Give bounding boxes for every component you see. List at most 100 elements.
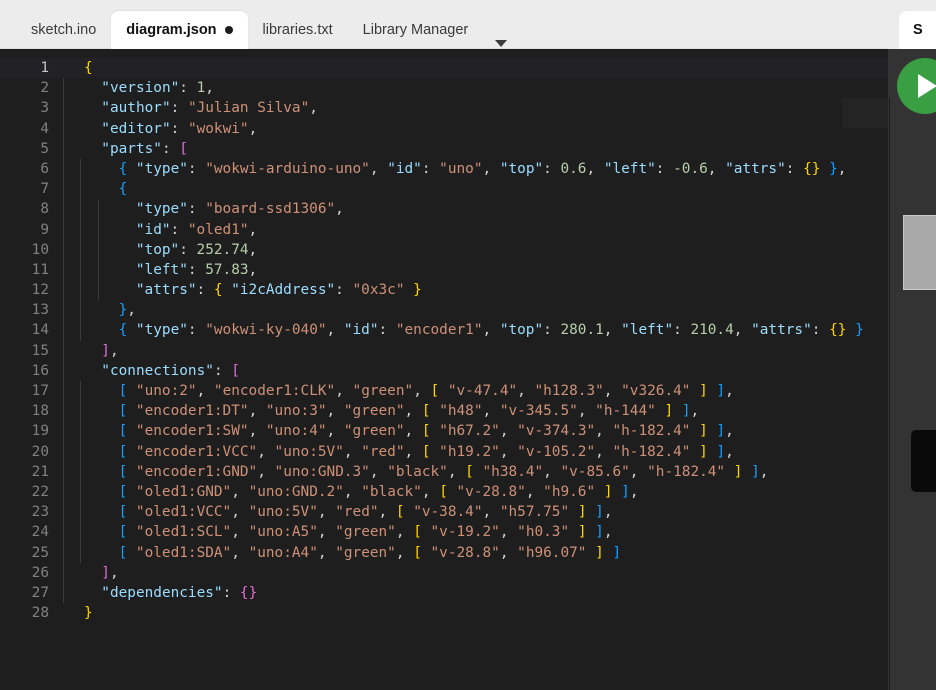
token: :: [222, 584, 240, 601]
code-line[interactable]: 23 [ "oled1:VCC", "uno:5V", "red", [ "v-3…: [0, 502, 889, 523]
token: :: [187, 322, 206, 339]
indent-guide: [97, 199, 99, 220]
code-line[interactable]: 13},: [0, 300, 889, 321]
code-line[interactable]: 12 "attrs": { "i2cAddress": "0x3c" }: [0, 280, 889, 301]
code-line[interactable]: 27 "dependencies": {}: [0, 582, 889, 604]
play-icon[interactable]: [897, 58, 936, 114]
code-tokens: [ "oled1:GND", "uno:GND.2", "black", [ "…: [84, 482, 639, 502]
token: {: [118, 322, 136, 339]
unsaved-dot-icon: [224, 26, 233, 34]
token: "board-ssd1306": [205, 201, 336, 218]
code-line[interactable]: 16 "connections": [: [0, 360, 889, 381]
token: "uno:A4": [248, 544, 318, 561]
tab-libraries-txt[interactable]: libraries.txt: [248, 11, 348, 49]
code-line[interactable]: 1{: [0, 58, 889, 79]
token: ,: [595, 443, 613, 460]
simulation-chip-part[interactable]: [911, 430, 936, 492]
token: ,: [595, 423, 613, 440]
token: "green": [335, 524, 396, 541]
code-line[interactable]: 20 [ "encoder1:VCC", "uno:5V", "red", [ "…: [0, 441, 889, 462]
tab-library-manager[interactable]: Library Manager: [348, 11, 484, 49]
token: -0.6: [673, 160, 708, 177]
code-line[interactable]: 3 "author": "Julian Silva",: [0, 98, 889, 119]
token: "black": [361, 483, 422, 500]
tab-label: sketch.ino: [31, 22, 97, 38]
tab-simulation[interactable]: S: [899, 11, 936, 49]
tab-label: Library Manager: [362, 22, 469, 38]
indent-guide: [63, 300, 64, 321]
token: }: [855, 322, 864, 339]
token: :: [161, 140, 180, 157]
code-line[interactable]: 24 [ "oled1:SCL", "uno:A5", "green", [ "v…: [0, 522, 889, 543]
token: ,: [499, 423, 518, 440]
simulation-board-part[interactable]: [903, 215, 936, 290]
code-scroll-container[interactable]: 1{2 "version": 1, 3 "author": "Julian Silva…: [0, 49, 889, 690]
code-tokens: [ "encoder1:DT", "uno:3", "green", [ "h4…: [84, 401, 700, 421]
token: ]: [699, 383, 708, 399]
simulation-canvas[interactable]: [889, 49, 936, 690]
indent-guide: [63, 522, 64, 543]
indent-guide: [80, 259, 82, 281]
code-line[interactable]: 14 { "type": "wokwi-ky-040", "id": "encod…: [0, 320, 889, 341]
token: "encoder1": [395, 322, 483, 339]
code-tokens: {: [84, 58, 93, 78]
token: }: [413, 282, 422, 299]
line-number: 21: [31, 463, 49, 480]
token: 1: [196, 80, 206, 97]
code-line[interactable]: 4 "editor": "wokwi",: [0, 118, 889, 139]
token: "h0.3": [517, 524, 570, 541]
line-number: 7: [40, 181, 49, 198]
code-line[interactable]: 25 [ "oled1:SDA", "uno:A4", "green", [ "v…: [0, 542, 889, 563]
indent-guide: [63, 239, 64, 260]
code-line[interactable]: 19 [ "encoder1:SW", "uno:4", "green", [ "…: [0, 421, 889, 442]
code-line[interactable]: 26],: [0, 562, 889, 583]
code-line[interactable]: 17 [ "uno:2", "encoder1:CLK", "green", [ …: [0, 381, 889, 402]
token: ,: [248, 221, 258, 238]
token: :: [378, 322, 396, 339]
code-line[interactable]: 21 [ "encoder1:GND", "uno:GND.3", "black"…: [0, 461, 889, 482]
code-tokens: "id": "oled1",: [84, 220, 257, 240]
indent-guide: [80, 441, 82, 462]
code-content: "top": 252.74,: [63, 239, 889, 260]
token: ,: [231, 544, 249, 561]
code-tokens: "editor": "wokwi",: [84, 119, 257, 139]
tab-diagram-json[interactable]: diagram.json: [111, 11, 248, 49]
token: {: [118, 181, 128, 198]
token: [: [118, 504, 136, 521]
token: ,: [205, 80, 214, 97]
code-line[interactable]: 8 "type": "board-ssd1306",: [0, 199, 889, 220]
chevron-down-icon[interactable]: [495, 40, 508, 47]
code-content: "editor": "wokwi",: [63, 118, 889, 139]
token: ,: [759, 463, 769, 480]
line-number: 27: [31, 584, 49, 601]
token: [: [118, 443, 136, 460]
code-tokens: "type": "board-ssd1306",: [84, 199, 344, 219]
token: ,: [629, 463, 648, 480]
tab-sketch-ino[interactable]: sketch.ino: [16, 11, 111, 49]
code-line[interactable]: 2 "version": 1,: [0, 78, 889, 99]
code-line[interactable]: 5 "parts": [: [0, 138, 889, 159]
code-line[interactable]: 28}: [0, 603, 889, 623]
token: ,: [248, 403, 266, 420]
code-line[interactable]: 22 [ "oled1:GND", "uno:GND.2", "black", […: [0, 481, 889, 503]
line-number: 6: [40, 160, 49, 177]
code-line[interactable]: 11 "left": 57.83,: [0, 259, 889, 281]
token: [: [421, 443, 440, 460]
token: ]: [751, 463, 760, 480]
code-editor[interactable]: 1{2 "version": 1, 3 "author": "Julian Silva…: [0, 49, 889, 690]
code-line[interactable]: 9 "id": "oled1",: [0, 219, 889, 240]
code-line[interactable]: 6 { "type": "wokwi-arduino-uno", "id": "u…: [0, 158, 889, 180]
token: "red": [361, 443, 405, 460]
code-line[interactable]: 18 [ "encoder1:DT", "uno:3", "green", [ "…: [0, 401, 889, 422]
code-content: "id": "oled1",: [63, 219, 889, 240]
code-line[interactable]: 7{: [0, 179, 889, 200]
code-line[interactable]: 10 "top": 252.74,: [0, 239, 889, 260]
token: 0.6: [560, 160, 587, 177]
code-line[interactable]: 15],: [0, 340, 889, 361]
token: "v-345.5": [499, 403, 578, 420]
line-number: 17: [31, 383, 49, 399]
token: }: [118, 302, 128, 319]
